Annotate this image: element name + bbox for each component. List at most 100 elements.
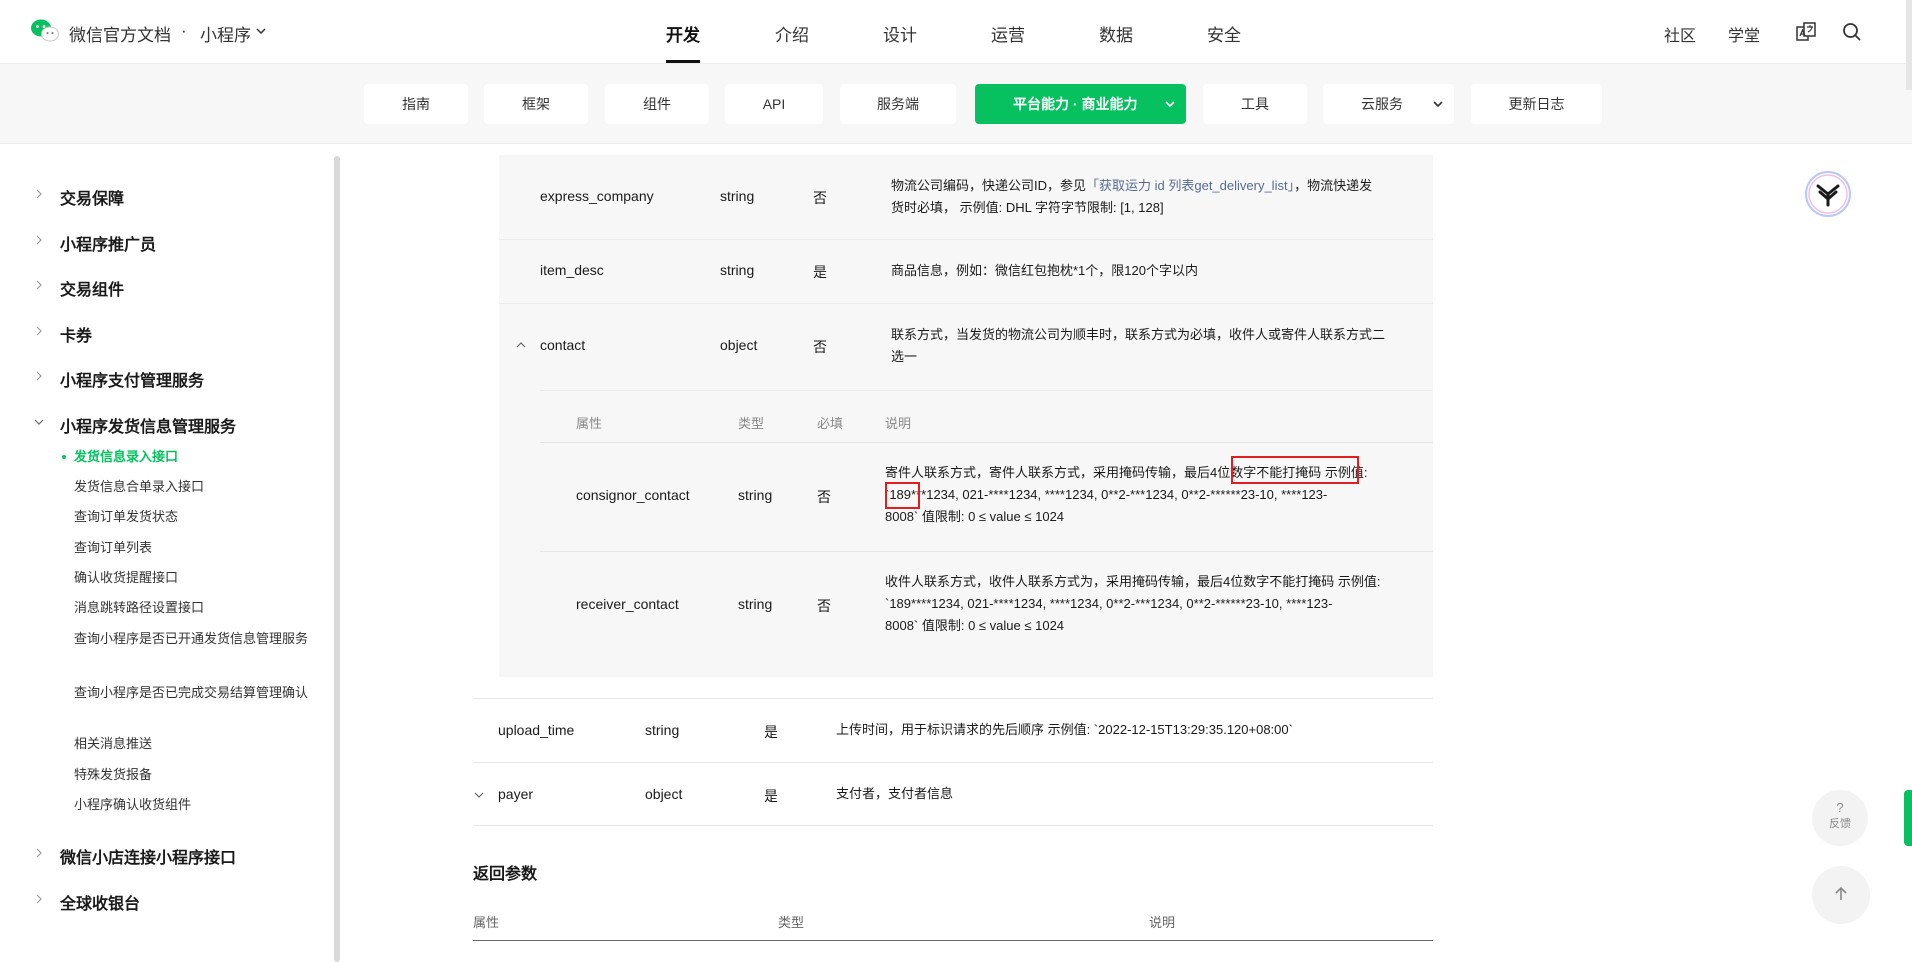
brand-title[interactable]: 微信官方文档 bbox=[69, 21, 171, 46]
desc-text: 选一 bbox=[891, 349, 918, 364]
sidebar-item[interactable]: 查询订单发货状态 bbox=[74, 506, 304, 528]
param-name-expandable[interactable]: contact bbox=[540, 337, 585, 353]
nav-security[interactable]: 安全 bbox=[1207, 21, 1241, 46]
param-name: consignor_contact bbox=[576, 487, 690, 503]
param-name: express_company bbox=[540, 188, 654, 204]
nested-header: 类型 bbox=[738, 416, 765, 431]
get-delivery-list-link[interactable]: 「获取运力 id 列表get_delivery_list」 bbox=[1086, 178, 1294, 193]
subnav-label: 服务端 bbox=[877, 96, 919, 112]
nav-data[interactable]: 数据 bbox=[1099, 21, 1133, 46]
param-name-expandable[interactable]: payer bbox=[498, 786, 533, 802]
sidebar-item[interactable]: 查询订单列表 bbox=[74, 537, 304, 559]
row-divider bbox=[499, 239, 1433, 240]
sidebar-section[interactable]: 交易保障 bbox=[60, 185, 124, 209]
nav-design[interactable]: 设计 bbox=[883, 21, 917, 46]
sidebar-item[interactable]: 发货信息合单录入接口 bbox=[74, 476, 304, 498]
param-type: string bbox=[738, 596, 773, 612]
chevron-down-icon[interactable] bbox=[474, 790, 484, 800]
param-required: 是 bbox=[764, 724, 778, 740]
chevron-down-icon[interactable] bbox=[255, 25, 267, 37]
sidebar-section[interactable]: 微信小店连接小程序接口 bbox=[60, 844, 236, 868]
sidebar-section[interactable]: 卡券 bbox=[60, 322, 92, 346]
desc-text: 联系方式，当发货的物流公司为顺丰时，联系方式为必填，收件人或寄件人联系方式二 bbox=[891, 327, 1386, 342]
sidebar-item[interactable]: 确认收货提醒接口 bbox=[74, 567, 304, 589]
nav-intro[interactable]: 介绍 bbox=[775, 21, 809, 46]
return-params-heading: 返回参数 bbox=[473, 866, 538, 883]
row-divider bbox=[499, 303, 1433, 304]
param-required: 否 bbox=[817, 489, 831, 505]
desc-text: 货时必填， 示例值: DHL 字符字节限制: [1, 128] bbox=[891, 200, 1164, 215]
chevron-right-icon[interactable] bbox=[34, 848, 44, 858]
subnav-label: 工具 bbox=[1241, 96, 1269, 112]
param-desc: 联系方式，当发货的物流公司为顺丰时，联系方式为必填，收件人或寄件人联系方式二 选… bbox=[891, 324, 1431, 368]
chevron-up-icon[interactable] bbox=[516, 340, 526, 350]
assistant-logo-icon[interactable] bbox=[1804, 170, 1852, 218]
chevron-right-icon[interactable] bbox=[34, 326, 44, 336]
top-navbar: 微信官方文档 · 小程序 开发 介绍 设计 运营 数据 安全 社区 学堂 bbox=[0, 0, 1912, 64]
sidebar-item[interactable]: 消息跳转路径设置接口 bbox=[74, 597, 304, 619]
search-icon[interactable] bbox=[1840, 20, 1864, 44]
chevron-right-icon[interactable] bbox=[34, 189, 44, 199]
subnav-label: 框架 bbox=[522, 96, 550, 112]
chevron-right-icon[interactable] bbox=[34, 894, 44, 904]
nav-dev[interactable]: 开发 bbox=[666, 21, 700, 46]
sidebar-scrollbar[interactable] bbox=[334, 156, 340, 962]
sidebar-section[interactable]: 小程序支付管理服务 bbox=[60, 367, 204, 391]
return-header: 属性 bbox=[473, 915, 500, 930]
sidebar-item[interactable]: 查询小程序是否已完成交易结算管理确认 bbox=[74, 682, 310, 704]
return-header: 说明 bbox=[1149, 915, 1176, 930]
page-scrollbar[interactable] bbox=[1906, 0, 1912, 90]
subnav-tools[interactable]: 工具 bbox=[1203, 84, 1307, 124]
row-divider bbox=[540, 551, 1433, 552]
sidebar-section[interactable]: 全球收银台 bbox=[60, 890, 140, 914]
chevron-down-icon[interactable] bbox=[34, 417, 44, 427]
subnav-changelog[interactable]: 更新日志 bbox=[1471, 84, 1602, 124]
chevron-right-icon[interactable] bbox=[34, 280, 44, 290]
nested-header: 必填 bbox=[817, 416, 844, 431]
row-divider bbox=[473, 825, 1433, 826]
feedback-label: 反馈 bbox=[1829, 818, 1851, 830]
row-divider bbox=[473, 698, 1433, 699]
param-type: string bbox=[738, 487, 773, 503]
side-tab-handle[interactable] bbox=[1904, 790, 1912, 846]
feedback-button[interactable]: ? 反馈 bbox=[1812, 790, 1868, 846]
subnav-platform-capability[interactable]: 平台能力 · 商业能力 bbox=[975, 84, 1186, 124]
param-required: 否 bbox=[813, 339, 827, 355]
chevron-right-icon[interactable] bbox=[34, 371, 44, 381]
sidebar-item[interactable]: 查询小程序是否已开通发货信息管理服务 bbox=[74, 628, 310, 650]
nav-operate[interactable]: 运营 bbox=[991, 21, 1025, 46]
subnav-api[interactable]: API bbox=[725, 84, 823, 124]
chevron-right-icon[interactable] bbox=[34, 235, 44, 245]
back-to-top-button[interactable] bbox=[1812, 866, 1870, 924]
subnav-cloud[interactable]: 云服务 bbox=[1323, 84, 1454, 124]
nested-header: 属性 bbox=[576, 416, 603, 431]
desc-text: `189****1234, 021-****1234, ****1234, 0*… bbox=[885, 596, 1333, 611]
sidebar-item[interactable]: 小程序确认收货组件 bbox=[74, 794, 304, 816]
translate-icon[interactable] bbox=[1794, 20, 1818, 44]
subnav-guide[interactable]: 指南 bbox=[364, 84, 468, 124]
sidebar-item[interactable]: 相关消息推送 bbox=[74, 733, 304, 755]
chevron-down-icon bbox=[1165, 101, 1175, 108]
sidebar-section[interactable]: 交易组件 bbox=[60, 276, 124, 300]
param-type: object bbox=[720, 337, 758, 353]
product-switcher[interactable]: 小程序 bbox=[200, 21, 251, 46]
community-link[interactable]: 社区 bbox=[1664, 22, 1696, 46]
subnav-label: API bbox=[762, 96, 786, 112]
desc-text: 8008` 值限制: 0 ≤ value ≤ 1024 bbox=[885, 509, 1065, 524]
sidebar-item[interactable]: 特殊发货报备 bbox=[74, 764, 304, 786]
sidebar-item-active[interactable]: 发货信息录入接口 bbox=[74, 446, 304, 468]
subnav-server[interactable]: 服务端 bbox=[840, 84, 956, 124]
sidebar-section[interactable]: 小程序推广员 bbox=[60, 231, 156, 255]
row-divider bbox=[540, 442, 1433, 443]
subnav-component[interactable]: 组件 bbox=[605, 84, 709, 124]
param-type: string bbox=[720, 188, 755, 204]
academy-link[interactable]: 学堂 bbox=[1728, 22, 1760, 46]
highlight-box bbox=[1231, 456, 1359, 484]
param-required: 否 bbox=[817, 598, 831, 614]
subnav-framework[interactable]: 框架 bbox=[484, 84, 588, 124]
param-desc: 物流公司编码，快递公司ID，参见「获取运力 id 列表get_delivery_… bbox=[891, 175, 1431, 219]
param-desc: 支付者，支付者信息 bbox=[836, 786, 954, 801]
sidebar-section-expanded[interactable]: 小程序发货信息管理服务 bbox=[60, 413, 236, 437]
brand-separator: · bbox=[181, 21, 187, 40]
wechat-logo-icon[interactable] bbox=[30, 18, 60, 44]
